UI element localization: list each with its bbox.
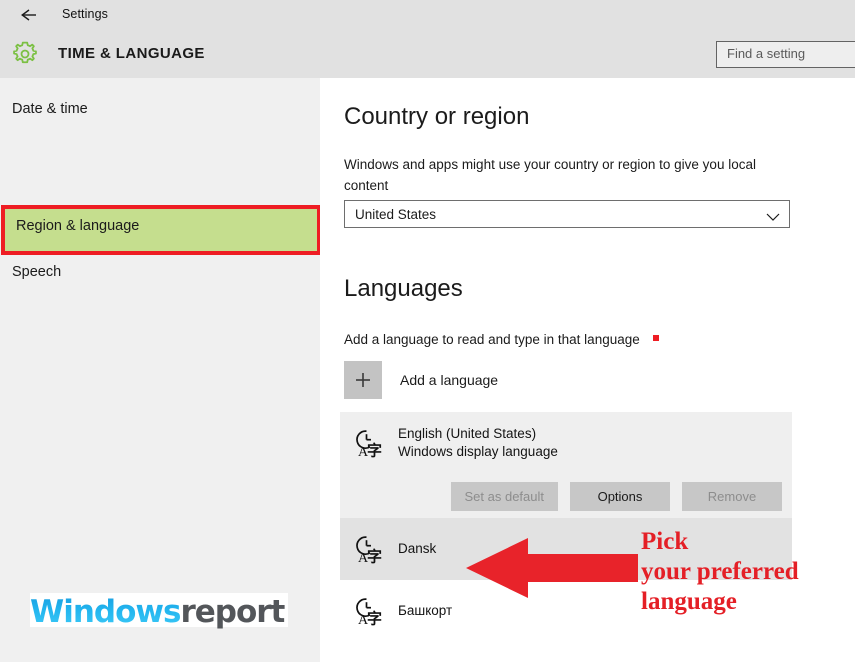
settings-content: Country or region Windows and apps might… [320,78,855,662]
language-name: Dansk [398,541,437,556]
add-language-label: Add a language [400,372,499,388]
sidebar-item-speech[interactable]: Speech [0,248,320,295]
country-section-title: Country or region [344,103,530,130]
settings-window: Settings TIME & LANGUAGE Date & time Reg… [0,0,855,662]
page-title: TIME & LANGUAGE [58,45,205,62]
country-select[interactable]: United States [344,200,790,228]
sidebar-item-label: Region & language [16,218,140,234]
options-button[interactable]: Options [570,481,670,511]
sidebar-item-label: Speech [12,263,62,280]
gear-icon [10,39,40,69]
settings-sidebar: Date & time Region & language Speech [0,78,321,662]
sidebar-item-date-time[interactable]: Date & time [0,85,320,132]
search-input[interactable] [727,46,855,61]
language-clock-icon: A 字 [348,530,388,568]
app-title: Settings [62,7,108,21]
language-actions: Set as default Options Remove [340,474,792,518]
plus-icon [344,361,382,399]
sidebar-item-label: Date & time [12,100,88,117]
back-arrow-icon [20,7,42,23]
logo-part-windows: Windows [30,594,181,630]
languages-description: Add a language to read and type in that … [344,332,640,347]
language-clock-icon: A 字 [348,592,388,630]
list-item[interactable]: A 字 Башкорт [340,580,792,642]
language-clock-icon: A 字 [348,424,388,462]
chevron-down-icon [766,210,780,225]
title-bar: Settings [0,0,855,30]
country-description: Windows and apps might use your country … [344,157,756,193]
language-name: Башкорт [398,603,453,618]
back-button[interactable] [14,3,48,27]
language-list: A 字 English (United States) Windows disp… [340,412,792,642]
search-box[interactable] [716,41,855,68]
list-item[interactable]: A 字 Dansk [340,518,792,580]
svg-text:字: 字 [367,442,382,460]
country-select-value: United States [355,206,437,222]
svg-text:字: 字 [367,610,382,628]
languages-section-title: Languages [344,275,463,302]
add-language-button[interactable]: Add a language [344,361,594,399]
svg-text:字: 字 [367,548,382,566]
language-name: English (United States) [398,426,537,441]
logo-part-report: report [180,594,285,630]
language-sub: Windows display language [398,444,558,459]
list-item[interactable]: A 字 English (United States) Windows disp… [340,412,792,474]
remove-button[interactable]: Remove [682,481,782,511]
set-as-default-button[interactable]: Set as default [450,481,558,511]
windowsreport-logo: Windows report [30,593,289,630]
